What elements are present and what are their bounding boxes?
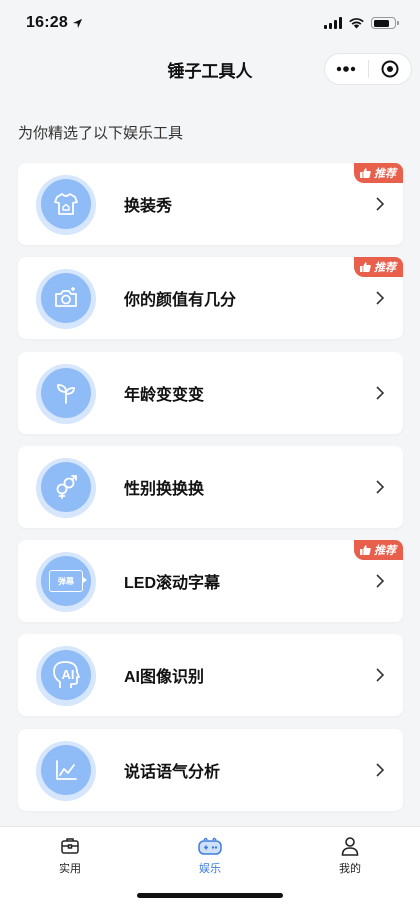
- ai-icon-text: AI: [61, 666, 75, 682]
- recommend-badge: 推荐: [354, 163, 403, 183]
- tool-label: 换装秀: [124, 198, 173, 215]
- tool-list: 换装秀 推荐 你的颜值有几分 推荐 年龄变变变 性别换换换 弹幕 LED滚动字幕…: [18, 163, 403, 823]
- page-title: 锤子工具人: [167, 61, 253, 81]
- chevron-right-icon: [375, 667, 385, 683]
- chevron-right-icon: [375, 290, 385, 306]
- cellular-signal-icon: [324, 17, 342, 29]
- tab-mine[interactable]: 我的: [280, 827, 420, 909]
- chevron-right-icon: [375, 762, 385, 778]
- nav-bar: 锤子工具人: [0, 46, 420, 92]
- game-controller-icon: [198, 837, 222, 855]
- chevron-right-icon: [375, 479, 385, 495]
- section-title: 为你精选了以下娱乐工具: [18, 125, 184, 142]
- tab-label: 我的: [339, 863, 361, 875]
- led-icon-text: 弹幕: [58, 576, 74, 586]
- wifi-icon: [349, 18, 364, 29]
- tab-label: 实用: [59, 863, 81, 875]
- camera-icon: [41, 273, 91, 324]
- mini-program-capsule: [324, 53, 412, 85]
- tool-label: 性别换换换: [124, 480, 205, 498]
- line-chart-icon: [41, 744, 91, 795]
- battery-icon: [371, 17, 399, 29]
- tshirt-icon: [41, 179, 91, 229]
- tool-card-tone-analysis[interactable]: 说话语气分析: [18, 728, 403, 811]
- thumbs-up-icon: [360, 262, 371, 273]
- tab-practical[interactable]: 实用: [0, 827, 140, 909]
- home-indicator: [137, 893, 283, 898]
- gender-icon: [41, 461, 91, 512]
- tool-card-age-change[interactable]: 年龄变变变: [18, 351, 403, 434]
- status-indicators: [324, 17, 399, 29]
- person-icon: [341, 837, 359, 856]
- status-time: 16:28: [26, 14, 83, 32]
- tool-card-beauty-score[interactable]: 你的颜值有几分 推荐: [18, 257, 403, 340]
- close-miniprogram-button[interactable]: [369, 54, 412, 84]
- tool-label: 你的颜值有几分: [124, 292, 237, 310]
- thumbs-up-icon: [360, 168, 371, 178]
- tab-label: 娱乐: [199, 863, 221, 875]
- more-dots-icon: [337, 66, 356, 72]
- clock-text: 16:28: [26, 14, 68, 31]
- tool-label: AI图像识别: [124, 669, 205, 687]
- chevron-right-icon: [375, 385, 385, 401]
- toolbox-icon: [61, 838, 79, 854]
- tool-label: 说话语气分析: [124, 763, 221, 781]
- led-screen-icon: 弹幕: [41, 556, 91, 607]
- tool-card-gender-swap[interactable]: 性别换换换: [18, 445, 403, 528]
- target-circle-icon: [381, 60, 399, 78]
- recommend-badge: 推荐: [354, 540, 403, 561]
- thumbs-up-icon: [360, 545, 371, 556]
- status-bar: 16:28: [0, 0, 420, 46]
- tool-card-outfit[interactable]: 换装秀 推荐: [18, 163, 403, 245]
- sprout-icon: [41, 367, 91, 418]
- recommend-badge: 推荐: [354, 257, 403, 278]
- tool-label: 年龄变变变: [124, 386, 205, 404]
- chevron-right-icon: [375, 573, 385, 589]
- tool-label: LED滚动字幕: [124, 575, 221, 593]
- location-arrow-icon: [72, 18, 83, 28]
- chevron-right-icon: [375, 196, 385, 212]
- tool-card-led-marquee[interactable]: 弹幕 LED滚动字幕 推荐: [18, 540, 403, 623]
- more-button[interactable]: [325, 54, 368, 84]
- tool-card-ai-image-recognition[interactable]: AI AI图像识别: [18, 634, 403, 717]
